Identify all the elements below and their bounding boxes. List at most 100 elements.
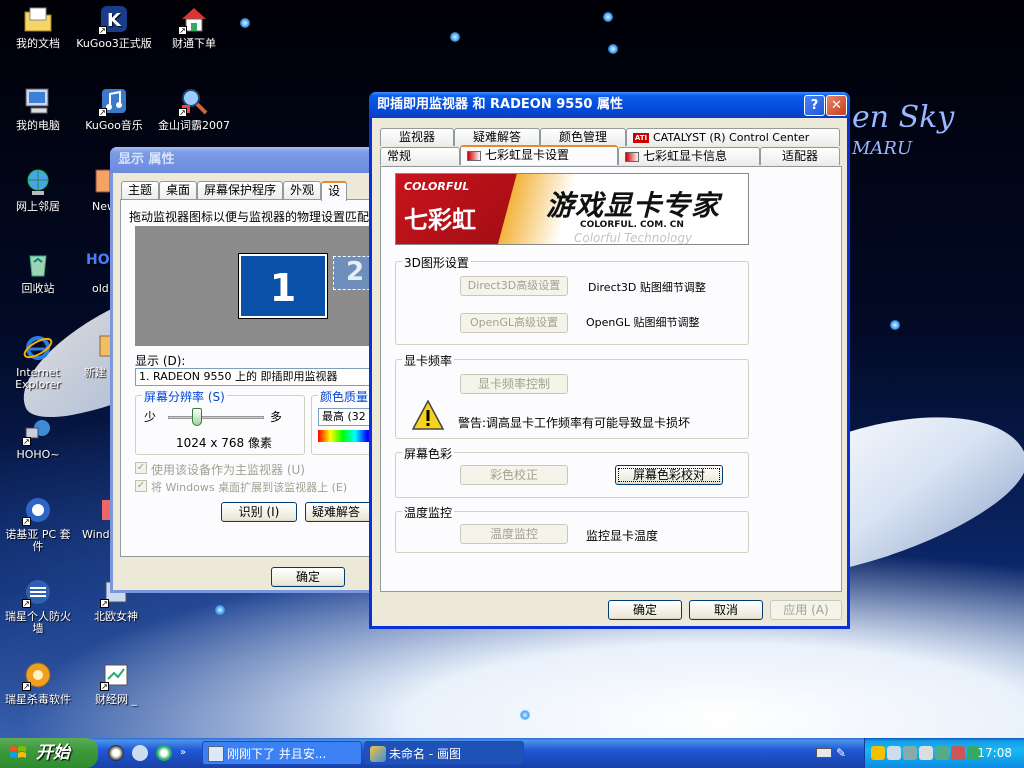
clock[interactable]: 17:08 [977,738,1012,768]
frequency-control-button[interactable]: 显卡频率控制 [460,374,568,394]
identify-button[interactable]: 识别 (I) [221,502,297,522]
quicklaunch-chat-icon[interactable] [132,745,148,761]
pen-icon[interactable]: ✎ [836,745,852,761]
desktop-icon-rising-antivirus[interactable]: ↗ 瑞星杀毒软件 [0,659,76,706]
desktop-icon-kugoo-music[interactable]: ↗ KuGoo音乐 [76,85,152,132]
opengl-description: OpenGL 贴图细节调整 [586,316,700,329]
tab-theme[interactable]: 主题 [121,181,160,199]
tab-monitor[interactable]: 监视器 [380,128,454,146]
primary-monitor-label: 使用该设备作为主监视器 (U) [151,463,305,477]
temperature-monitor-button[interactable]: 温度监控 [460,524,568,544]
radeon-properties-window[interactable]: 即插即用监视器 和 RADEON 9550 属性 ? ✕ 监视器 疑难解答 颜色… [369,92,850,629]
colorful-banner: COLORFUL 七彩虹 游戏显卡专家 COLORFUL. COM. CN Co… [395,173,749,245]
shortcut-arrow-icon: ↗ [178,108,187,117]
display-select-value: 1. RADEON 9550 上的 即插即用监视器 [139,370,338,383]
desktop-icon-kingsoft-dict[interactable]: ↗ 金山词霸2007 [156,85,232,132]
desktop-icon-hoho[interactable]: ↗ HOHO~ [0,414,76,461]
desktop-icon-finance-net[interactable]: ↗ 财经网 _ [78,659,154,706]
firewall-icon: ↗ [22,576,54,608]
resolution-slider[interactable] [168,416,264,419]
taskbar-item-label: 刚刚下了 并且安... [227,747,327,761]
close-button[interactable]: ✕ [826,95,847,116]
tab-screensaver[interactable]: 屏幕保护程序 [197,181,284,199]
wallpaper-text: MARU [852,138,913,159]
monitor-1-number: 1 [269,266,297,310]
internet-explorer-icon [22,332,54,364]
quicklaunch-more-chevron-icon[interactable]: » [180,745,196,761]
radeon-cancel-button[interactable]: 取消 [689,600,763,620]
banner-slogan: 游戏显卡专家 [546,189,721,222]
tray-display-icon[interactable] [903,746,917,760]
primary-monitor-checkbox[interactable]: ✓ [135,462,147,474]
shortcut-arrow-icon: ↗ [98,108,107,117]
system-tray: 17:08 [864,738,1024,768]
tab-desktop[interactable]: 桌面 [159,181,198,199]
help-button[interactable]: ? [804,95,825,116]
tab-troubleshoot[interactable]: 疑难解答 [454,128,540,146]
desktop-icon-caitong[interactable]: ↗ 财通下单 [156,3,232,50]
tray-qq-icon[interactable] [871,746,885,760]
radeon-properties-titlebar[interactable]: 即插即用监视器 和 RADEON 9550 属性 [369,92,850,118]
monitor-1[interactable]: 1 [238,253,328,319]
tab-settings[interactable]: 设 [321,181,348,201]
brand-en: COLORFUL [404,180,470,193]
extend-desktop-checkbox[interactable]: ✓ [135,480,147,492]
desktop-icon-my-computer[interactable]: 我的电脑 [0,85,76,132]
desktop-icon-rising-firewall[interactable]: ↗ 瑞星个人防火墙 [0,576,76,635]
tab-color-management[interactable]: 颜色管理 [540,128,626,146]
desktop-icon-label: 财经网 _ [95,693,137,706]
paint-icon [370,746,386,762]
desktop-icon-wind[interactable]: Wind [70,494,114,541]
display-ok-button[interactable]: 确定 [271,567,345,587]
screen-color-calibration-button[interactable]: 屏幕色彩校对 [615,465,723,485]
display-properties-window[interactable]: 显示 属性 主题 桌面 屏幕保护程序 外观 设 拖动监视器图标以便与监视器的物理… [110,147,392,593]
taskbar-item-browser[interactable]: 刚刚下了 并且安... [202,741,362,765]
group-temperature-monitor: 温度监控 温度监控 监控显卡温度 [395,504,749,553]
radeon-apply-button[interactable]: 应用 (A) [770,600,842,620]
tray-network-icon[interactable] [887,746,901,760]
shortcut-arrow-icon: ↗ [178,26,187,35]
wallpaper-orb [608,44,618,54]
shortcut-arrow-icon: ↗ [22,599,31,608]
wallpaper-orb [450,32,460,42]
tray-volume-icon[interactable] [919,746,933,760]
tab-adapter[interactable]: 适配器 [760,147,840,165]
start-button[interactable]: 开始 [0,738,98,768]
network-computer-icon: ↗ [22,414,54,446]
shortcut-arrow-icon: ↗ [22,437,31,446]
desktop-icon-label: 金山词霸2007 [158,119,230,132]
monitor-2-number: 2 [346,257,365,287]
tab-colorful-info[interactable]: 七彩虹显卡信息 [618,147,760,165]
display-select[interactable]: 1. RADEON 9550 上的 即插即用监视器 [135,368,385,386]
tab-catalyst[interactable]: ATI CATALYST (R) Control Center [626,128,840,146]
desktop-icon-label: 北欧女神 [94,610,138,623]
tab-colorful-settings[interactable]: 七彩虹显卡设置 [460,145,618,165]
desktop-icon-nokia-pc-suite[interactable]: ↗ 诺基亚 PC 套件 [0,494,76,553]
resolution-group: 屏幕分辨率 (S) 少 多 1024 x 768 像素 [135,388,305,455]
desktop-icon-label: KuGoo3正式版 [76,37,152,50]
taskbar-item-paint[interactable]: 未命名 - 画图 [364,741,524,765]
display-properties-titlebar[interactable]: 显示 属性 [110,147,382,173]
opengl-advanced-button[interactable]: OpenGL高级设置 [460,313,568,333]
desktop-icon-my-documents[interactable]: 我的文档 [0,3,76,50]
tab-colorful-info-label: 七彩虹显卡信息 [643,149,728,163]
keyboard-icon[interactable] [816,748,832,758]
direct3d-description: Direct3D 贴图细节调整 [588,281,706,294]
monitor-arrange-area[interactable]: 1 2 [135,226,385,346]
colorful-settings-panel: COLORFUL 七彩虹 游戏显卡专家 COLORFUL. COM. CN Co… [380,166,842,592]
desktop-icon-kugoo3[interactable]: K ↗ KuGoo3正式版 [76,3,152,50]
radeon-ok-button[interactable]: 确定 [608,600,682,620]
music-icon: ↗ [98,85,130,117]
color-calibration-button[interactable]: 彩色校正 [460,465,568,485]
direct3d-advanced-button[interactable]: Direct3D高级设置 [460,276,568,296]
group-3d-title: 3D图形设置 [402,254,471,271]
resolution-slider-thumb[interactable] [192,408,202,426]
colorful-mini-icon [625,151,639,162]
tray-antivirus-icon[interactable] [951,746,965,760]
quicklaunch-penguin-icon[interactable] [108,745,124,761]
quicklaunch-media-player-icon[interactable] [156,745,172,761]
tray-security-icon[interactable] [935,746,949,760]
tab-general[interactable]: 常规 [380,147,460,165]
color-quality-label: 颜色质量 [318,388,371,405]
tab-appearance[interactable]: 外观 [283,181,322,199]
